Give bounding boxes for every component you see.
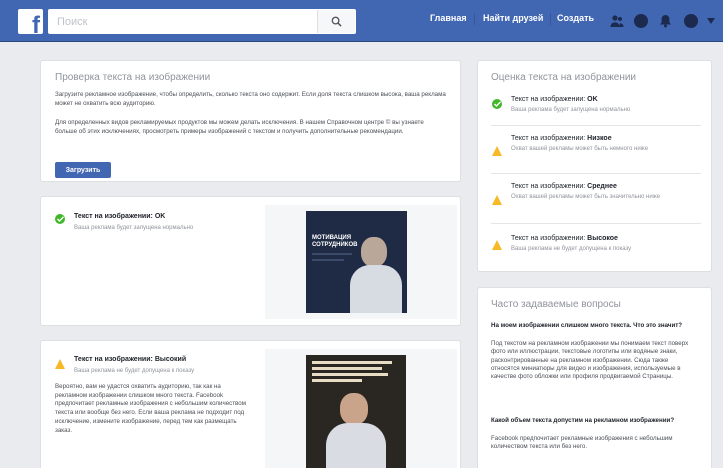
top-navigation-bar: f Главная Найти друзей Создать (0, 0, 723, 42)
upload-button[interactable]: Загрузить (55, 162, 111, 178)
rating-medium-warning-icon (492, 195, 502, 205)
rating-low-title: Текст на изображении: Низкое (511, 135, 612, 142)
text-check-title: Проверка текста на изображении (55, 72, 211, 83)
person-photo-2 (340, 393, 368, 425)
rating-high-desc: Ваша реклама не будет допущена к показу (511, 246, 632, 252)
result-ok-subtitle: Ваша реклама будет запущена нормально (74, 225, 194, 231)
help-icon[interactable] (682, 12, 700, 30)
result-ok-card: Текст на изображении: OK Ваша реклама бу… (40, 196, 461, 326)
search-input[interactable] (49, 10, 317, 33)
ad-image-preview-ok: МОТИВАЦИЯ СОТРУДНИКОВ (306, 211, 407, 313)
ok-check-icon (55, 214, 65, 224)
rating-ok-icon (492, 99, 502, 109)
result-high-card: Текст на изображении: Высокий Ваша рекла… (40, 340, 461, 468)
faq-question-1[interactable]: На моем изображении слишком много текста… (491, 322, 696, 330)
search-icon (331, 16, 342, 27)
result-high-explanation: Вероятно, вам не удастся охватить аудито… (55, 383, 246, 434)
faq-title: Часто задаваемые вопросы (491, 299, 621, 310)
facebook-logo-icon[interactable]: f (18, 9, 43, 34)
faq-answer-1: Под текстом на рекламном изображении мы … (491, 340, 689, 381)
text-check-exceptions: Для определенных видов рекламируемых про… (55, 119, 424, 135)
friends-icon[interactable] (608, 12, 626, 30)
rating-medium-desc: Охват вашей рекламы может быть значитель… (511, 194, 661, 200)
warning-icon (55, 359, 65, 369)
result-high-subtitle: Ваша реклама не будет допущена к показу (74, 368, 195, 374)
rating-low-desc: Охват вашей рекламы может быть немного н… (511, 146, 649, 152)
notifications-icon[interactable] (656, 12, 674, 30)
text-check-description: Загрузите рекламное изображение, чтобы о… (55, 91, 446, 107)
menu-arrow-icon[interactable] (704, 12, 718, 30)
rating-low-warning-icon (492, 146, 502, 156)
result-high-title: Текст на изображении: Высокий (74, 356, 187, 363)
text-rating-card: Оценка текста на изображении Текст на из… (477, 60, 712, 272)
rating-high-title: Текст на изображении: Высокое (511, 235, 618, 242)
result-ok-title: Текст на изображении: OK (74, 213, 166, 220)
faq-card: Часто задаваемые вопросы На моем изображ… (477, 287, 712, 468)
ad-image-caption: МОТИВАЦИЯ СОТРУДНИКОВ (312, 235, 358, 248)
rating-medium-title: Текст на изображении: Среднее (511, 183, 617, 190)
messenger-icon[interactable] (632, 12, 650, 30)
rating-ok-title: Текст на изображении: OK (511, 96, 598, 103)
text-rating-title: Оценка текста на изображении (491, 72, 637, 83)
rating-high-warning-icon (492, 240, 502, 250)
nav-find-friends[interactable]: Найти друзей (483, 13, 552, 25)
person-photo (361, 237, 387, 267)
rating-ok-desc: Ваша реклама будет запущена нормально (511, 107, 631, 113)
nav-create[interactable]: Создать (557, 13, 594, 23)
faq-answer-2: Facebook предпочитает рекламные изображе… (491, 435, 673, 451)
search-box (48, 9, 356, 34)
text-check-card: Проверка текста на изображении Загрузите… (40, 60, 461, 182)
faq-question-2[interactable]: Какой объем текста допустим на рекламном… (491, 417, 696, 425)
search-button[interactable] (317, 10, 355, 33)
ad-image-preview-high (306, 355, 406, 468)
nav-home[interactable]: Главная (430, 13, 475, 25)
